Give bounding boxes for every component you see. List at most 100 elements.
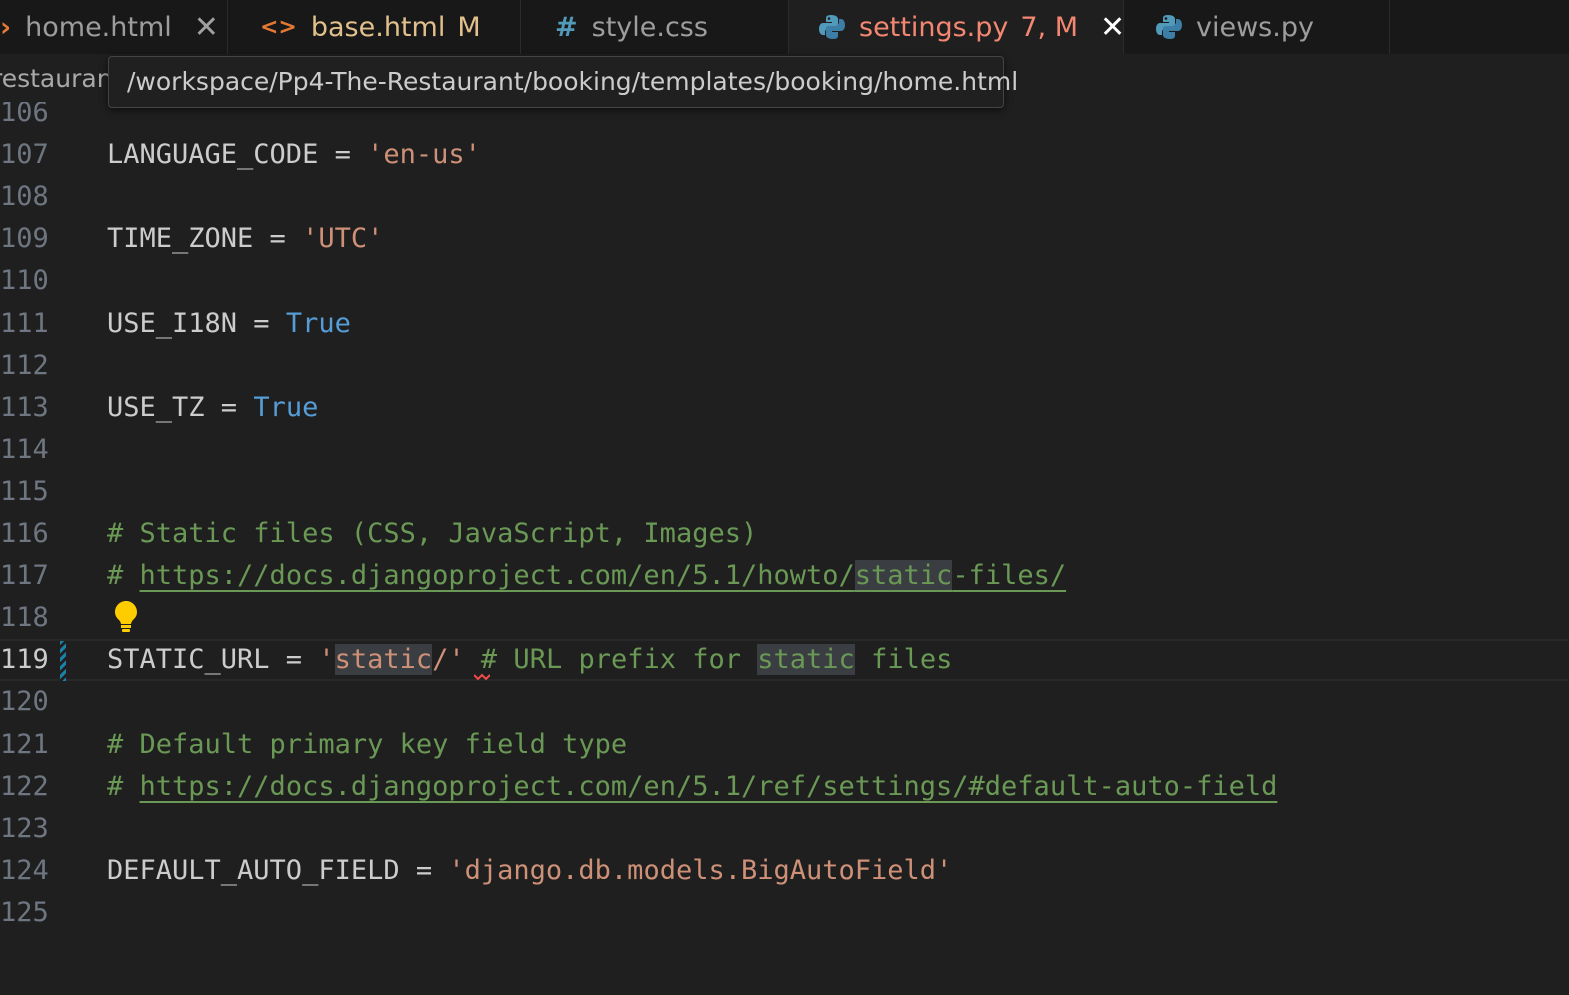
code-line[interactable]: 114: [0, 429, 1569, 471]
python-icon: [819, 14, 845, 40]
code-line[interactable]: 113 USE_TZ = True: [0, 387, 1569, 429]
code-text[interactable]: STATIC_URL = 'static/' # URL prefix for …: [107, 641, 952, 679]
line-number: 122: [0, 770, 49, 802]
code-line[interactable]: 108: [0, 176, 1569, 218]
code-token: 'UTC': [302, 223, 384, 255]
code-line[interactable]: 120: [0, 681, 1569, 723]
close-icon[interactable]: ✕: [1100, 10, 1125, 45]
html-icon: <>: [260, 14, 297, 40]
chevron-icon: ›: [0, 11, 12, 43]
code-token: DEFAULT_AUTO_FIELD =: [107, 854, 449, 886]
line-number: 108: [0, 181, 49, 213]
line-number: 123: [0, 812, 49, 844]
code-token: 'en-us': [367, 139, 481, 171]
code-line[interactable]: 107 LANGUAGE_CODE = 'en-us': [0, 134, 1569, 176]
line-number: 111: [0, 307, 49, 339]
code-token: static: [334, 644, 433, 676]
line-number: 112: [0, 349, 49, 381]
code-token: True: [285, 307, 351, 339]
error-squiggle[interactable]: [474, 673, 490, 681]
code-token: TIME_ZONE =: [107, 223, 303, 255]
tab-settings-py[interactable]: settings.py 7, M ✕: [789, 0, 1125, 54]
code-token: STATIC_URL =: [107, 644, 319, 676]
line-number: 124: [0, 854, 49, 886]
breadcrumb-item[interactable]: restaurant: [0, 64, 122, 93]
tab-label: views.py: [1196, 11, 1314, 43]
code-line[interactable]: 122 # https://docs.djangoproject.com/en/5…: [0, 766, 1569, 808]
code-text[interactable]: USE_I18N = True: [107, 303, 351, 345]
line-number: 115: [0, 475, 49, 507]
python-icon: [1156, 14, 1182, 40]
code-line[interactable]: 112: [0, 345, 1569, 387]
code-text[interactable]: LANGUAGE_CODE = 'en-us': [107, 134, 481, 176]
line-number: 110: [0, 265, 49, 297]
tab-label: style.css: [591, 11, 708, 43]
line-number: 116: [0, 518, 49, 549]
code-line[interactable]: 118: [0, 597, 1569, 639]
code-line[interactable]: 111 USE_I18N = True: [0, 303, 1569, 345]
code-token: /': [432, 644, 465, 676]
code-token: #: [107, 560, 140, 592]
code-token: # Static files (CSS, JavaScript, Images): [107, 518, 758, 549]
code-line[interactable]: 123: [0, 808, 1569, 850]
tab-label: home.html: [25, 11, 172, 43]
code-token: LANGUAGE_CODE =: [107, 139, 368, 171]
line-number: 118: [0, 602, 49, 634]
code-token: static: [854, 560, 953, 592]
line-number: 109: [0, 223, 49, 255]
code-text[interactable]: # https://docs.djangoproject.com/en/5.1/…: [107, 555, 1066, 597]
code-line[interactable]: 116 # Static files (CSS, JavaScript, Imag…: [0, 513, 1569, 555]
code-line[interactable]: 124 DEFAULT_AUTO_FIELD = 'django.db.model…: [0, 850, 1569, 892]
code-line[interactable]: 109 TIME_ZONE = 'UTC': [0, 218, 1569, 260]
line-number: 120: [0, 686, 49, 718]
git-modified-indicator[interactable]: [60, 641, 66, 682]
code-token: # URL prefix for: [480, 644, 758, 676]
hash-icon: #: [555, 11, 578, 43]
code-text[interactable]: DEFAULT_AUTO_FIELD = 'django.db.models.B…: [107, 850, 952, 892]
line-number: 106: [0, 102, 49, 128]
code-token: files: [854, 644, 953, 676]
line-number: 113: [0, 391, 49, 423]
line-number: 121: [0, 728, 49, 760]
code-line[interactable]: 117 # https://docs.djangoproject.com/en/5…: [0, 555, 1569, 597]
code-line[interactable]: 110: [0, 260, 1569, 302]
code-token: True: [253, 391, 319, 423]
code-line[interactable]: 121 # Default primary key field type: [0, 724, 1569, 766]
code-token: static: [757, 644, 855, 676]
code-text[interactable]: # Default primary key field type: [107, 724, 627, 766]
tab-label: settings.py: [859, 11, 1009, 43]
tab-home-html[interactable]: › home.html ✕: [0, 0, 228, 54]
line-number: 119: [0, 644, 49, 676]
code-line[interactable]: 115: [0, 471, 1569, 513]
tab-label: base.html: [310, 11, 446, 43]
code-token: ': [318, 644, 335, 676]
lightbulb-icon[interactable]: [113, 600, 139, 634]
code-token: USE_I18N =: [107, 307, 286, 339]
code-token: 'django.db.models.BigAutoField': [448, 854, 953, 886]
tab-base-html[interactable]: <> base.html M: [228, 0, 521, 54]
tab-views-py[interactable]: views.py: [1124, 0, 1390, 54]
problems-badge: 7, M: [1020, 11, 1079, 43]
code-line[interactable]: 125: [0, 892, 1569, 934]
code-token: USE_TZ =: [107, 391, 254, 423]
line-number: 117: [0, 560, 49, 592]
code-line[interactable]: 119 STATIC_URL = 'static/' # URL prefix f…: [0, 639, 1569, 682]
code-text[interactable]: USE_TZ = True: [107, 387, 318, 429]
code-text[interactable]: TIME_ZONE = 'UTC': [107, 218, 383, 260]
code-token: #: [107, 770, 140, 802]
code-token: https://docs.djangoproject.com/en/5.1/re…: [139, 770, 1278, 802]
code-token: https://docs.djangoproject.com/en/5.1/ho…: [139, 560, 855, 592]
code-token: -files/: [952, 560, 1067, 592]
line-number: 114: [0, 433, 49, 465]
file-path-tooltip: /workspace/Pp4-The-Restaurant/booking/te…: [108, 56, 1018, 108]
code-text[interactable]: # https://docs.djangoproject.com/en/5.1/…: [107, 766, 1277, 808]
close-icon[interactable]: ✕: [194, 10, 219, 45]
tab-style-css[interactable]: # style.css: [521, 0, 789, 54]
line-number: 107: [0, 139, 49, 171]
code-token: # Default primary key field type: [107, 728, 628, 760]
code-text[interactable]: # Static files (CSS, JavaScript, Images): [107, 513, 757, 555]
code-editor[interactable]: 106 107 LANGUAGE_CODE = 'en-us' 108 109 TIME_…: [0, 102, 1569, 995]
tab-bar: › home.html ✕ <> base.html M # style.css…: [0, 0, 1569, 54]
modified-badge: M: [457, 11, 481, 43]
